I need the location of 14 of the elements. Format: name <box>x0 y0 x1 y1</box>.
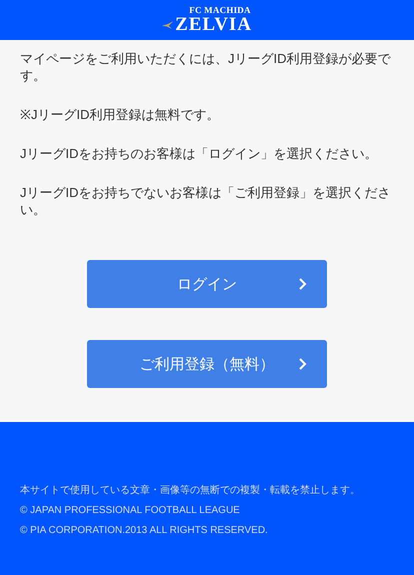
notice-text: JリーグIDをお持ちでないお客様は「ご利用登録」を選択ください。 <box>20 184 392 218</box>
notice-text: マイページをご利用いただくには、JリーグID利用登録が必要です。 <box>20 50 392 84</box>
footer-text: 本サイトで使用している文章・画像等の無断での複製・転載を禁止します。 <box>20 484 361 498</box>
chevron-right-icon <box>299 278 307 290</box>
action-button[interactable]: ご利用登録（無料） <box>87 340 327 388</box>
footer-text: © PIA CORPORATION.2013 ALL RIGHTS RESERVED. <box>20 524 269 538</box>
action-button[interactable]: ログイン <box>87 260 327 308</box>
logo-subtitle: FC MACHIDA <box>189 6 251 15</box>
footer-text: © JAPAN PROFESSIONAL FOOTBALL LEAGUE <box>20 504 241 518</box>
notice-text: ※JリーグID利用登録は無料です。 <box>20 106 220 123</box>
logo-wordmark: ZELVIA <box>175 15 252 34</box>
bird-icon <box>162 20 174 28</box>
notice-text: JリーグIDをお持ちのお客様は「ログイン」を選択ください。 <box>20 145 378 162</box>
chevron-right-icon <box>299 358 307 370</box>
